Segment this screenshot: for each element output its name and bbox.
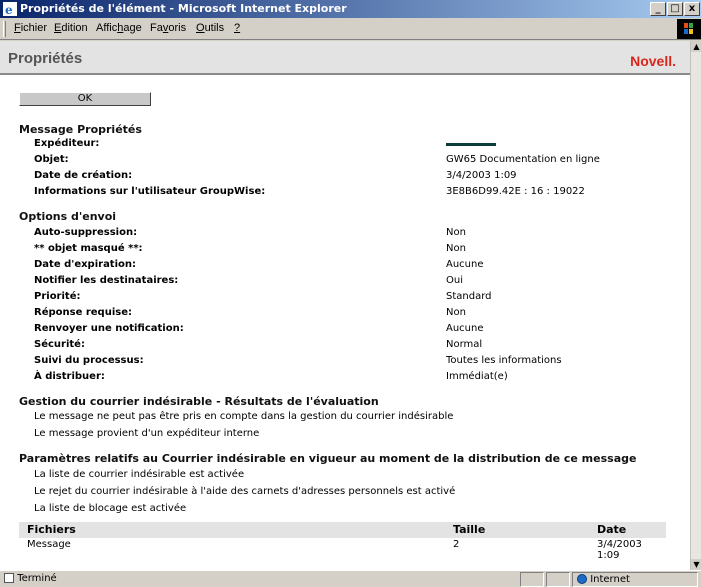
property-label: Expéditeur: <box>34 138 100 149</box>
file-date: 3/4/2003 1:09 <box>597 539 642 561</box>
status-zone-pane: Internet <box>572 572 698 587</box>
option-value: Immédiat(e) <box>446 371 508 382</box>
property-value: 3/4/2003 1:09 <box>446 170 517 181</box>
option-label: Auto-suppression: <box>34 227 138 238</box>
option-label: Suivi du processus: <box>34 355 144 366</box>
option-value: Aucune <box>446 323 484 334</box>
column-header-date: Date <box>597 523 627 536</box>
internet-explorer-icon: e <box>3 2 17 16</box>
property-row: Date de création: 3/4/2003 1:09 <box>34 170 674 184</box>
option-value: Normal <box>446 339 483 350</box>
junk-eval-line: Le message ne peut pas être pris en comp… <box>34 411 454 422</box>
option-row: Réponse requise: Non <box>34 307 674 321</box>
option-value: Standard <box>446 291 492 302</box>
menu-outils[interactable]: Outils <box>196 22 224 34</box>
option-label: Priorité: <box>34 291 81 302</box>
close-button[interactable]: x <box>684 2 700 16</box>
file-size: 2 <box>453 539 460 550</box>
junk-param-line: La liste de courrier indésirable est act… <box>34 469 245 480</box>
status-pane <box>546 572 570 587</box>
maximize-button[interactable]: □ <box>667 2 683 16</box>
page-title: Propriétés <box>8 50 83 67</box>
menu-fichier[interactable]: Fichier <box>14 22 47 34</box>
property-label: Date de création: <box>34 170 133 181</box>
option-label: Réponse requise: <box>34 307 132 318</box>
option-row: Sécurité: Normal <box>34 339 674 353</box>
scroll-down-arrow-icon[interactable]: ▼ <box>691 559 701 570</box>
property-label: Objet: <box>34 154 69 165</box>
section-title-send-options: Options d'envoi <box>19 210 117 223</box>
section-title-junk-parameters: Paramètres relatifs au Courrier indésira… <box>19 452 637 465</box>
option-row: Notifier les destinataires: Oui <box>34 275 674 289</box>
ok-button[interactable]: OK <box>19 92 151 106</box>
novell-logo: Novell. <box>630 53 676 69</box>
zone-label: Internet <box>590 574 630 585</box>
windows-logo-icon <box>677 19 701 39</box>
scroll-up-arrow-icon[interactable]: ▲ <box>691 41 701 52</box>
option-value: Toutes les informations <box>446 355 562 366</box>
menu-favoris[interactable]: Favoris <box>150 22 186 34</box>
menu-affichage[interactable]: Affichage <box>96 22 142 34</box>
table-row: Message 2 3/4/2003 1:09 <box>19 538 666 561</box>
option-value: Non <box>446 227 466 238</box>
option-row: Date d'expiration: Aucune <box>34 259 674 273</box>
property-row: Objet: GW65 Documentation en ligne <box>34 154 674 168</box>
status-bar: Terminé Internet <box>0 570 701 587</box>
menu-edition[interactable]: Edition <box>54 22 88 34</box>
section-title-message-properties: Message Propriétés <box>19 123 142 136</box>
svg-text:e: e <box>5 3 13 16</box>
section-title-junk-evaluation: Gestion du courrier indésirable - Résult… <box>19 395 379 408</box>
option-value: Oui <box>446 275 463 286</box>
window-title: Propriétés de l'élément - Microsoft Inte… <box>20 2 347 15</box>
files-table-header: Fichiers Taille Date <box>19 522 666 538</box>
property-value: GW65 Documentation en ligne <box>446 154 600 165</box>
option-row: Renvoyer une notification: Aucune <box>34 323 674 337</box>
column-header-files: Fichiers <box>27 523 76 536</box>
option-label: À distribuer: <box>34 371 105 382</box>
option-row: Priorité: Standard <box>34 291 674 305</box>
option-label: Date d'expiration: <box>34 259 137 270</box>
junk-eval-line: Le message provient d'un expéditeur inte… <box>34 428 260 439</box>
property-row: Informations sur l'utilisateur GroupWise… <box>34 186 674 200</box>
junk-param-line: Le rejet du courrier indésirable à l'aid… <box>34 486 456 497</box>
status-left: Terminé <box>4 573 57 584</box>
property-value: 3E8B6D99.42E : 16 : 19022 <box>446 186 585 197</box>
option-label: Renvoyer une notification: <box>34 323 184 334</box>
page-header: Propriétés Novell. <box>0 41 690 75</box>
page-done-icon <box>4 573 14 583</box>
vertical-scrollbar[interactable]: ▲ ▼ <box>690 41 701 570</box>
column-header-size: Taille <box>453 523 486 536</box>
option-row: Suivi du processus: Toutes les informati… <box>34 355 674 369</box>
toolbar-grip[interactable] <box>3 21 6 37</box>
minimize-button[interactable]: _ <box>650 2 666 16</box>
window-titlebar: e Propriétés de l'élément - Microsoft In… <box>0 0 701 18</box>
status-pane <box>520 572 544 587</box>
option-row: Auto-suppression: Non <box>34 227 674 241</box>
option-label: Sécurité: <box>34 339 85 350</box>
property-row: Expéditeur: <box>34 138 674 152</box>
option-label: Notifier les destinataires: <box>34 275 179 286</box>
option-label: ** objet masqué **: <box>34 243 143 254</box>
junk-param-line: La liste de blocage est activée <box>34 503 187 514</box>
menu-aide[interactable]: ? <box>234 22 240 34</box>
option-value: Non <box>446 307 466 318</box>
menu-bar: Fichier Edition Affichage Favoris Outils… <box>0 18 701 40</box>
property-label: Informations sur l'utilisateur GroupWise… <box>34 186 266 197</box>
page-content: Propriétés Novell. OK Message Propriétés… <box>0 41 690 570</box>
file-name[interactable]: Message <box>27 539 71 550</box>
option-row: À distribuer: Immédiat(e) <box>34 371 674 385</box>
internet-zone-icon <box>577 574 587 584</box>
option-value: Aucune <box>446 259 484 270</box>
option-value: Non <box>446 243 466 254</box>
sender-value-redacted <box>446 138 496 149</box>
option-row: ** objet masqué **: Non <box>34 243 674 257</box>
